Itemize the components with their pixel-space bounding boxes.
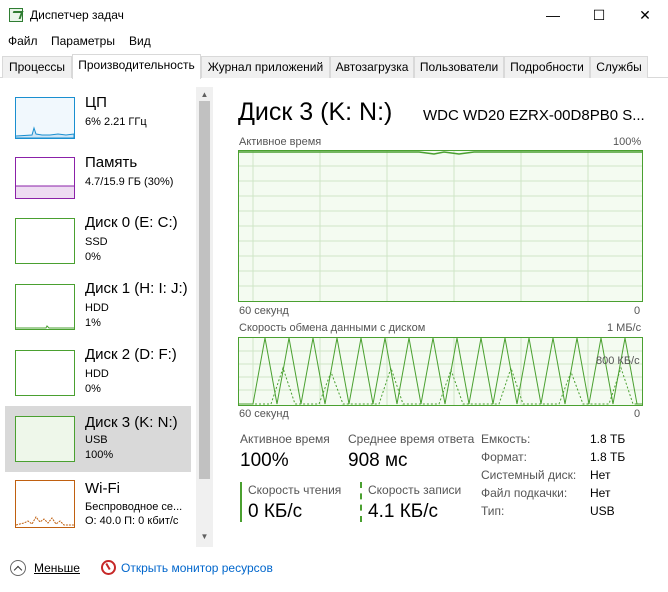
sidebar-scroll-thumb[interactable] bbox=[199, 101, 210, 479]
menu-options[interactable]: Параметры bbox=[51, 34, 115, 48]
tab-strip: Процессы Производительность Журнал прило… bbox=[0, 54, 668, 79]
scroll-up-arrow-icon[interactable]: ▲ bbox=[199, 89, 210, 101]
tab-details[interactable]: Подробности bbox=[504, 56, 590, 78]
cpu-graph-icon bbox=[15, 97, 75, 139]
menu-file[interactable]: Файл bbox=[8, 34, 38, 48]
scroll-down-arrow-icon[interactable]: ▼ bbox=[199, 531, 210, 543]
tab-startup[interactable]: Автозагрузка bbox=[330, 56, 414, 78]
minimize-button[interactable]: — bbox=[530, 0, 576, 31]
cpu-usage: 6% 2.21 ГГц bbox=[85, 116, 147, 128]
page-file-value: Нет bbox=[590, 486, 611, 500]
disk-0-name: Диск 0 (E: C:) bbox=[85, 214, 178, 231]
chevron-up-circle-icon[interactable] bbox=[10, 560, 26, 576]
format-key: Формат: bbox=[481, 450, 527, 464]
type-value: USB bbox=[590, 504, 615, 518]
read-speed-value: 0 КБ/с bbox=[248, 501, 303, 522]
memory-name: Память bbox=[85, 154, 138, 171]
disk-1-usage: 1% bbox=[85, 317, 101, 329]
capacity-value: 1.8 ТБ bbox=[590, 432, 626, 446]
disk-2-name: Диск 2 (D: F:) bbox=[85, 346, 177, 363]
disk-model: WDC WD20 EZRX-00D8PB0 S... bbox=[423, 107, 645, 124]
page-file-key: Файл подкачки: bbox=[481, 486, 568, 500]
disk-3-usage: 100% bbox=[85, 449, 114, 461]
menu-view[interactable]: Вид bbox=[129, 34, 151, 48]
tab-performance[interactable]: Производительность bbox=[72, 54, 201, 79]
type-key: Тип: bbox=[481, 504, 505, 518]
sidebar-item-disk-3[interactable]: Диск 3 (K: N:) USB 100% bbox=[5, 406, 191, 472]
resource-monitor-icon[interactable] bbox=[101, 560, 116, 575]
sidebar-item-disk-0[interactable]: Диск 0 (E: C:) SSD 0% bbox=[5, 210, 191, 274]
transfer-axis-zero: 0 bbox=[634, 408, 641, 420]
title-bar[interactable]: Диспетчер задач — ☐ ✕ bbox=[0, 0, 668, 31]
open-resource-monitor-link[interactable]: Открыть монитор ресурсов bbox=[121, 561, 273, 575]
page-title: Диск 3 (K: N:) bbox=[238, 98, 393, 126]
sidebar-item-wifi[interactable]: Wi-Fi Беспроводное се... О: 40.0 П: 0 кб… bbox=[5, 476, 191, 540]
active-time-axis-zero: 0 bbox=[634, 305, 641, 317]
fewer-details-link[interactable]: Меньше bbox=[34, 561, 80, 575]
memory-graph-icon bbox=[15, 157, 75, 199]
active-time-graph-max: 100% bbox=[613, 136, 642, 148]
disk-3-name: Диск 3 (K: N:) bbox=[85, 414, 178, 431]
transfer-graph-label: Скорость обмена данными с диском bbox=[239, 322, 426, 334]
disk-2-type: HDD bbox=[85, 368, 109, 380]
tab-processes[interactable]: Процессы bbox=[2, 56, 72, 78]
task-manager-icon bbox=[9, 8, 23, 22]
system-disk-value: Нет bbox=[590, 468, 611, 482]
resource-sidebar: ЦП 6% 2.21 ГГц Память 4.7/15.9 ГБ (30%) … bbox=[0, 79, 213, 547]
transfer-graph-mid: 800 КБ/с bbox=[596, 355, 640, 367]
wifi-throughput: О: 40.0 П: 0 кбит/с bbox=[85, 515, 179, 527]
active-time-graph bbox=[238, 150, 643, 302]
disk-graph-icon bbox=[15, 284, 75, 330]
system-disk-key: Системный диск: bbox=[481, 468, 577, 482]
avg-response-label: Среднее время ответа bbox=[348, 432, 475, 446]
disk-3-type: USB bbox=[85, 434, 108, 446]
tab-services[interactable]: Службы bbox=[590, 56, 648, 78]
tab-app-history[interactable]: Журнал приложений bbox=[201, 56, 330, 78]
wifi-name: Wi-Fi bbox=[85, 480, 120, 497]
transfer-axis-label: 60 секунд bbox=[239, 408, 289, 420]
read-speed-legend-bar bbox=[240, 482, 242, 522]
active-time-graph-label: Активное время bbox=[239, 136, 322, 148]
sidebar-item-memory[interactable]: Память 4.7/15.9 ГБ (30%) bbox=[5, 150, 191, 214]
disk-2-usage: 0% bbox=[85, 383, 101, 395]
disk-0-usage: 0% bbox=[85, 251, 101, 263]
memory-usage: 4.7/15.9 ГБ (30%) bbox=[85, 176, 174, 188]
disk-graph-icon bbox=[15, 350, 75, 396]
disk-graph-icon bbox=[15, 416, 75, 462]
sidebar-item-disk-2[interactable]: Диск 2 (D: F:) HDD 0% bbox=[5, 342, 191, 406]
read-speed-label: Скорость чтения bbox=[248, 483, 342, 497]
active-time-value: 100% bbox=[240, 450, 289, 471]
capacity-key: Емкость: bbox=[481, 432, 531, 446]
sidebar-item-disk-1[interactable]: Диск 1 (H: I: J:) HDD 1% bbox=[5, 276, 191, 340]
sidebar-item-cpu[interactable]: ЦП 6% 2.21 ГГц bbox=[5, 90, 191, 154]
transfer-rate-graph: 800 КБ/с bbox=[238, 337, 643, 406]
disk-1-name: Диск 1 (H: I: J:) bbox=[85, 280, 188, 297]
tab-users[interactable]: Пользователи bbox=[414, 56, 504, 78]
wifi-adapter: Беспроводное се... bbox=[85, 501, 183, 513]
active-time-axis-label: 60 секунд bbox=[239, 305, 289, 317]
close-button[interactable]: ✕ bbox=[622, 0, 668, 31]
footer-bar: Меньше Открыть монитор ресурсов bbox=[0, 548, 668, 592]
cpu-name: ЦП bbox=[85, 94, 107, 111]
maximize-button[interactable]: ☐ bbox=[576, 0, 622, 31]
wifi-graph-icon bbox=[15, 480, 75, 528]
write-speed-legend-bar bbox=[360, 482, 362, 522]
active-time-label: Активное время bbox=[240, 432, 330, 446]
format-value: 1.8 ТБ bbox=[590, 450, 626, 464]
avg-response-value: 908 мс bbox=[348, 450, 408, 471]
write-speed-value: 4.1 КБ/с bbox=[368, 501, 439, 522]
disk-0-type: SSD bbox=[85, 236, 108, 248]
window-title: Диспетчер задач bbox=[30, 8, 124, 22]
transfer-graph-max: 1 МБ/с bbox=[607, 322, 642, 334]
disk-graph-icon bbox=[15, 218, 75, 264]
write-speed-label: Скорость записи bbox=[368, 483, 462, 497]
menu-bar: Файл Параметры Вид bbox=[0, 31, 668, 53]
disk-1-type: HDD bbox=[85, 302, 109, 314]
